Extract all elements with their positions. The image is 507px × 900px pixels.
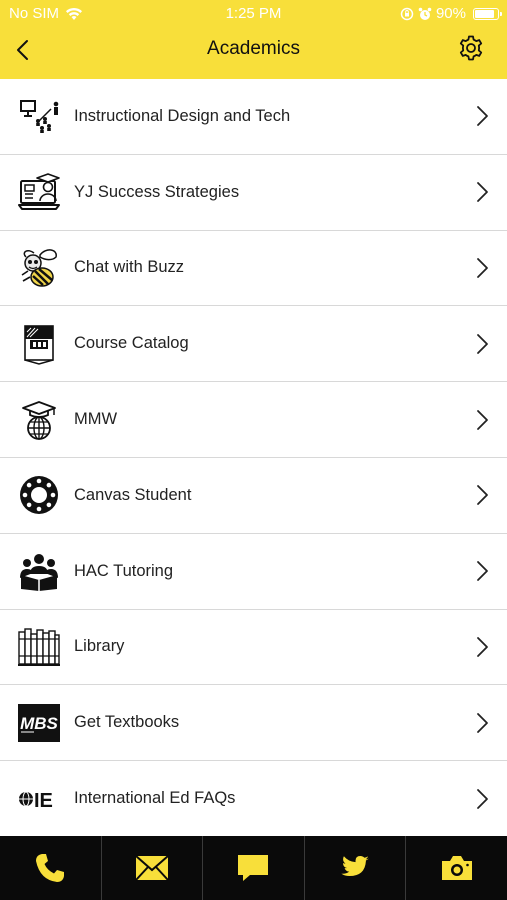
list-item-label: Canvas Student [74, 485, 192, 504]
chevron-right-icon [477, 561, 488, 582]
phone-icon [36, 854, 65, 882]
header: No SIM 1:25 PM 90% Academics [0, 0, 507, 79]
mail-icon [135, 855, 169, 881]
chevron-right-icon [477, 409, 488, 430]
list-item-mmw[interactable]: MMW [0, 382, 507, 458]
bee-mascot-icon [18, 247, 60, 289]
tab-twitter[interactable] [305, 836, 407, 900]
list-item-label: International Ed FAQs [74, 789, 236, 808]
status-bar: No SIM 1:25 PM 90% [0, 0, 507, 28]
battery-fill [475, 9, 494, 18]
tab-bar [0, 836, 507, 900]
svg-text:MBS: MBS [20, 714, 58, 733]
chevron-right-icon [477, 712, 488, 733]
list-item-course-catalog[interactable]: Course Catalog [0, 306, 507, 383]
list-item-international-ed[interactable]: IE International Ed FAQs [0, 761, 507, 837]
academics-list: Instructional Design and Tech YJ Success… [0, 79, 507, 837]
svg-text:IE: IE [34, 790, 53, 812]
list-item-label: HAC Tutoring [74, 561, 174, 580]
list-item-label: YJ Success Strategies [74, 182, 240, 201]
chat-icon [238, 855, 269, 881]
battery-icon [473, 7, 502, 20]
camera-icon [441, 856, 472, 880]
list-item-yj-success[interactable]: YJ Success Strategies [0, 154, 507, 231]
tab-camera[interactable] [406, 836, 507, 900]
chevron-right-icon [477, 182, 488, 203]
chevron-right-icon [477, 106, 488, 127]
list-item-hac-tutoring[interactable]: HAC Tutoring [0, 533, 507, 610]
graduate-computer-icon [18, 171, 60, 213]
list-item-library[interactable]: Library [0, 609, 507, 686]
tab-chat[interactable] [203, 836, 305, 900]
presentation-icon [18, 95, 60, 137]
list-item-label: Chat with Buzz [74, 258, 185, 277]
bookshelf-icon [18, 626, 60, 668]
list-item-label: Instructional Design and Tech [74, 106, 291, 125]
chevron-right-icon [477, 637, 488, 657]
catalog-book-icon [18, 323, 60, 365]
chevron-right-icon [477, 485, 488, 506]
list-item-label: MMW [74, 410, 118, 429]
list-item-chat-buzz[interactable]: Chat with Buzz [0, 230, 507, 307]
ie-globe-icon: IE [18, 778, 60, 820]
tab-mail[interactable] [102, 836, 204, 900]
list-item-canvas-student[interactable]: Canvas Student [0, 457, 507, 534]
chevron-right-icon [477, 333, 488, 354]
chevron-right-icon [477, 258, 488, 278]
alarm-icon [418, 7, 432, 20]
list-item-label: Library [74, 637, 125, 656]
battery-percent: 90% [435, 5, 466, 22]
mbs-logo-icon: MBS [18, 702, 60, 744]
canvas-logo-icon [18, 474, 60, 516]
chevron-right-icon [477, 788, 488, 809]
page-title: Academics [207, 38, 300, 59]
list-item-instructional-design[interactable]: Instructional Design and Tech [0, 79, 507, 155]
group-tutoring-icon [18, 550, 60, 592]
twitter-icon [341, 856, 370, 876]
gear-icon[interactable] [457, 34, 485, 62]
nav-bar: Academics [0, 28, 507, 79]
list-item-label: Course Catalog [74, 334, 189, 353]
list-item-label: Get Textbooks [74, 713, 180, 732]
list-item-get-textbooks[interactable]: MBS Get Textbooks [0, 685, 507, 762]
status-right: 90% [400, 5, 502, 22]
graduation-globe-icon [18, 399, 60, 441]
tab-phone[interactable] [0, 836, 102, 900]
rotation-lock-icon [400, 7, 414, 20]
